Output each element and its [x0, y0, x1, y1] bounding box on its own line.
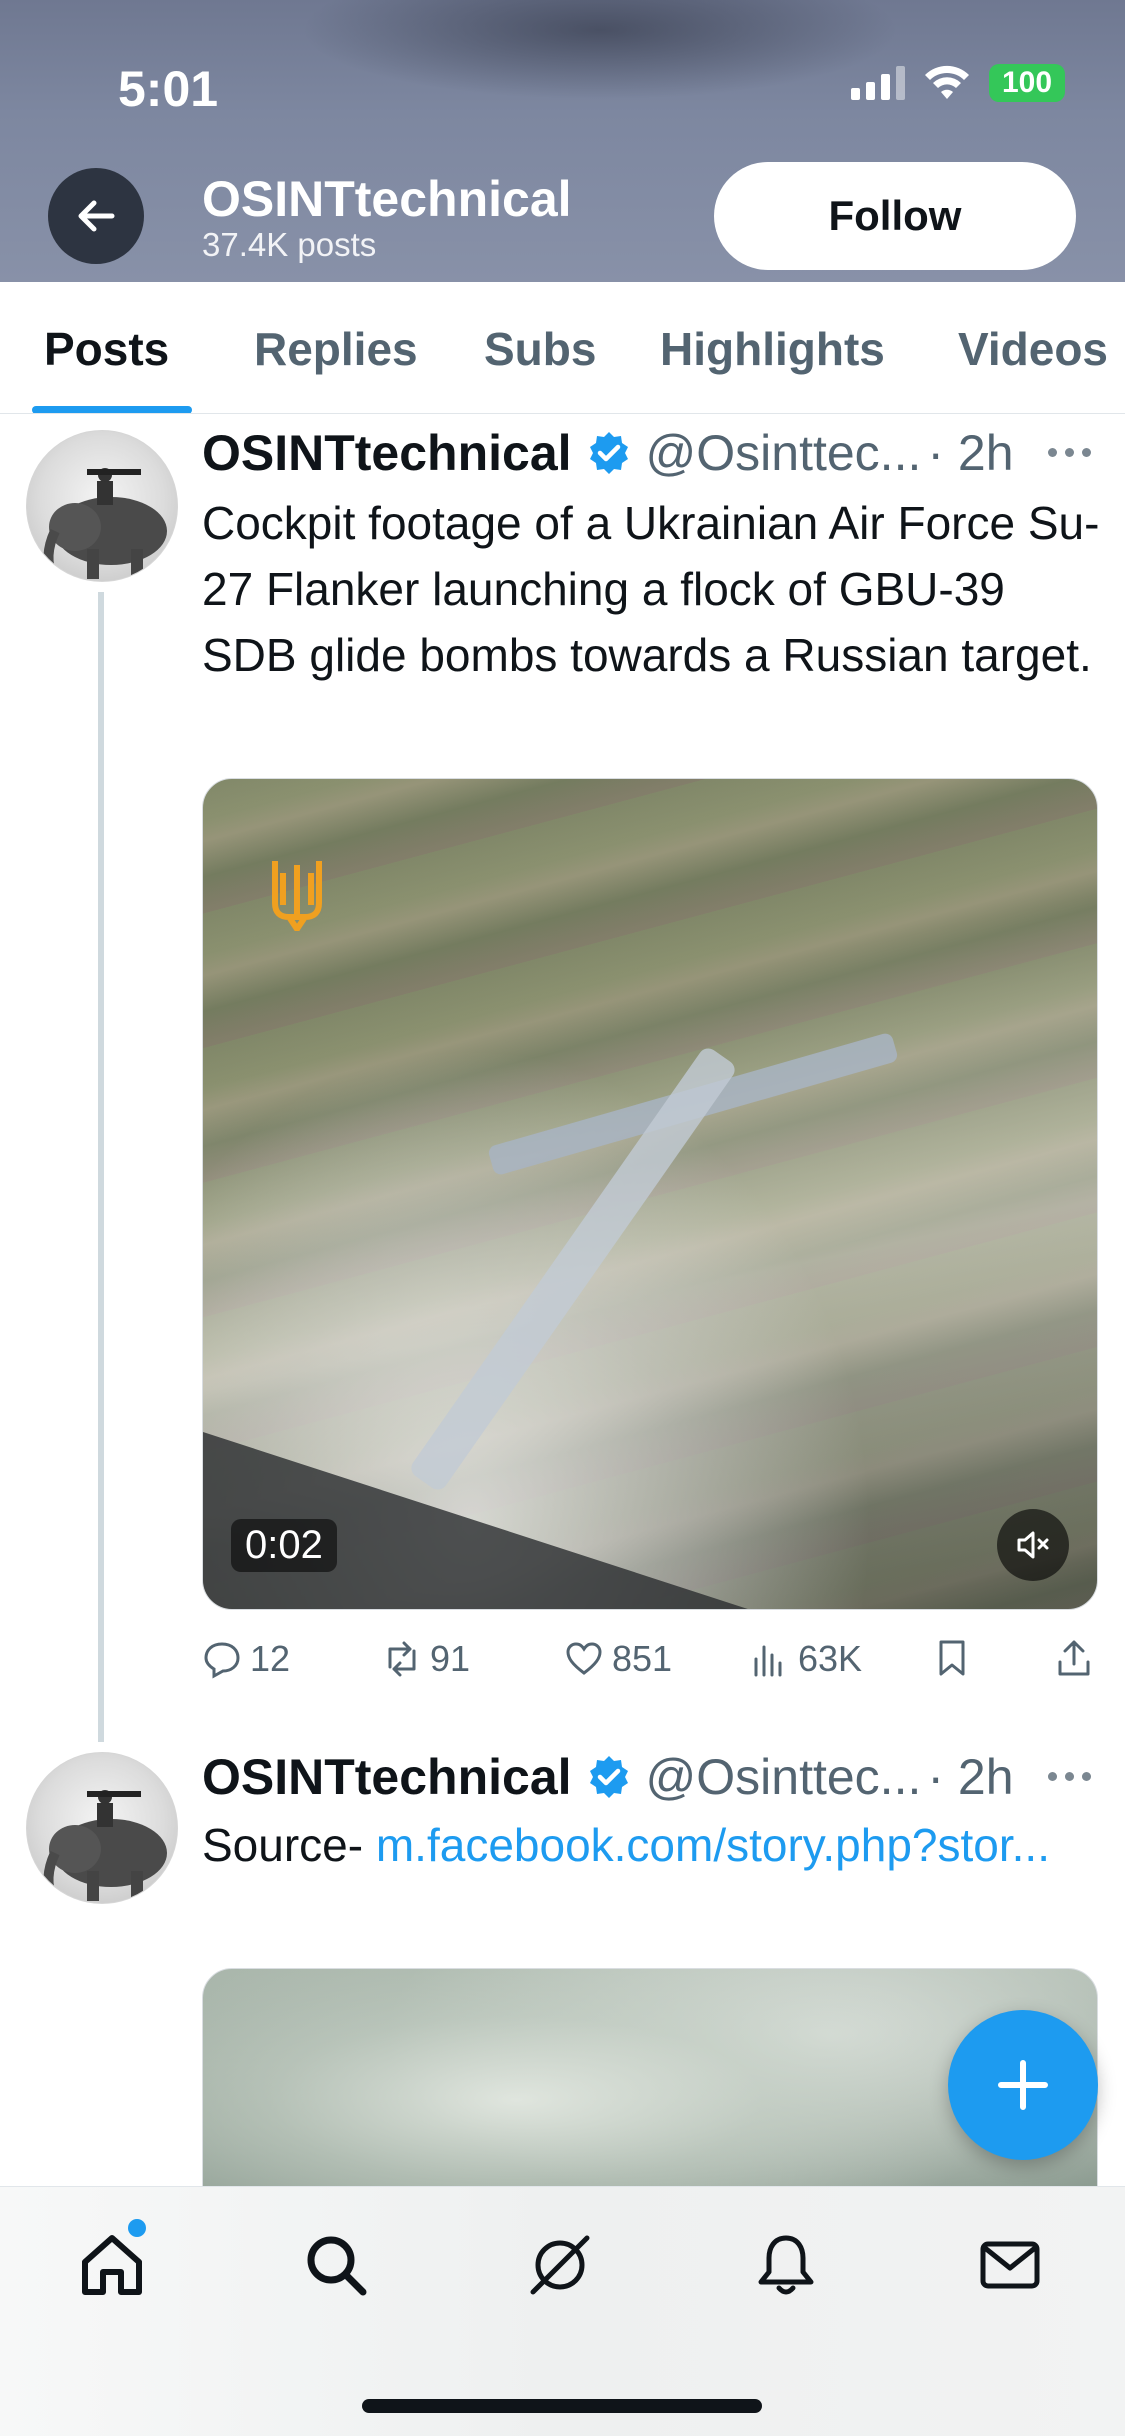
speaker-muted-icon: [1017, 1531, 1049, 1559]
tweet-header: OSINTtechnical @Osinttec... · 2h: [202, 1748, 1014, 1806]
avatar[interactable]: [26, 430, 178, 582]
bookmark-button[interactable]: [932, 1638, 972, 1678]
tab-subs[interactable]: Subs: [484, 322, 596, 376]
avatar[interactable]: [26, 1752, 178, 1904]
home-indicator: [362, 2399, 762, 2413]
tab-videos[interactable]: Videos: [958, 322, 1108, 376]
repost-count: 91: [430, 1638, 471, 1679]
search-icon: [307, 2236, 367, 2296]
nav-search[interactable]: [298, 2227, 374, 2303]
verified-badge-icon: [589, 432, 628, 474]
tab-posts[interactable]: Posts: [44, 322, 169, 376]
signal-icon: [851, 66, 905, 100]
more-options-icon[interactable]: [1048, 1772, 1091, 1781]
profile-header: 5:01 100 OSINTtechnical 37.4K posts Foll…: [0, 0, 1125, 282]
compose-button[interactable]: [948, 2010, 1098, 2160]
bell-icon: [758, 2235, 814, 2295]
tab-replies[interactable]: Replies: [254, 322, 418, 376]
battery-indicator: 100: [989, 64, 1065, 102]
trident-emblem-icon: [272, 861, 322, 931]
elephant-rider-image: [43, 468, 167, 580]
verified-badge-icon: [589, 1756, 628, 1798]
tweet-text: Source- m.facebook.com/story.php?stor...: [202, 1812, 1102, 1878]
thread-line: [98, 592, 104, 1742]
tweet-time: · 2h: [927, 425, 1014, 481]
bookmark-icon: [939, 1640, 965, 1676]
wifi-icon: [925, 65, 969, 99]
grok-icon: [530, 2235, 590, 2295]
source-link[interactable]: m.facebook.com/story.php?stor...: [376, 1819, 1050, 1871]
views-chart-icon: [754, 1645, 782, 1677]
nav-messages[interactable]: [972, 2227, 1048, 2303]
video-duration: 0:02: [231, 1519, 337, 1572]
author-name[interactable]: OSINTtechnical: [202, 1748, 572, 1806]
author-handle[interactable]: @Osinttec...: [646, 1748, 922, 1806]
tab-highlights[interactable]: Highlights: [660, 322, 885, 376]
nav-home[interactable]: [74, 2227, 150, 2303]
source-prefix: Source-: [202, 1819, 376, 1871]
arrow-left-icon: [78, 200, 115, 232]
author-handle[interactable]: @Osinttec...: [646, 424, 922, 482]
repost-button[interactable]: 91: [382, 1638, 470, 1680]
mute-button[interactable]: [997, 1509, 1069, 1581]
follow-button[interactable]: Follow: [714, 162, 1076, 270]
view-count: 63K: [798, 1638, 863, 1679]
profile-tabs: Posts Replies Subs Highlights Videos: [0, 282, 1125, 414]
like-button[interactable]: 851: [564, 1638, 672, 1680]
tweet-time: · 2h: [927, 1749, 1014, 1805]
nav-grok[interactable]: [522, 2227, 598, 2303]
post-count: 37.4K posts: [202, 226, 377, 263]
more-options-icon[interactable]: [1048, 448, 1091, 457]
reply-button[interactable]: 12: [202, 1638, 290, 1680]
profile-name: OSINTtechnical: [202, 171, 572, 227]
reply-count: 12: [250, 1638, 291, 1679]
wing-shape: [407, 1044, 739, 1494]
notification-dot: [128, 2219, 146, 2237]
back-button[interactable]: [48, 168, 144, 264]
nav-notifications[interactable]: [748, 2227, 824, 2303]
reply-icon: [204, 1642, 240, 1679]
like-count: 851: [612, 1638, 673, 1679]
active-tab-indicator: [32, 406, 192, 413]
mail-icon: [980, 2241, 1040, 2289]
bottom-nav: [0, 2186, 1125, 2436]
status-icons: 100: [851, 64, 1065, 102]
tweet-video[interactable]: 0:02: [202, 778, 1098, 1610]
share-icon: [1058, 1640, 1090, 1676]
status-time: 5:01: [118, 61, 219, 117]
heart-icon: [566, 1642, 602, 1675]
home-icon: [82, 2235, 142, 2295]
tweet-header: OSINTtechnical @Osinttec... · 2h: [202, 424, 1014, 482]
views-button[interactable]: 63K: [750, 1638, 862, 1680]
repost-icon: [388, 1641, 416, 1677]
tweet-actions: 12 91 851 63K: [202, 1638, 1102, 1694]
canopy-frame: [203, 1419, 1097, 1609]
tweet-text: Cockpit footage of a Ukrainian Air Force…: [202, 497, 1100, 681]
elephant-rider-image: [43, 1790, 167, 1902]
share-button[interactable]: [1054, 1638, 1094, 1678]
author-name[interactable]: OSINTtechnical: [202, 424, 572, 482]
plus-icon: [998, 2060, 1048, 2110]
